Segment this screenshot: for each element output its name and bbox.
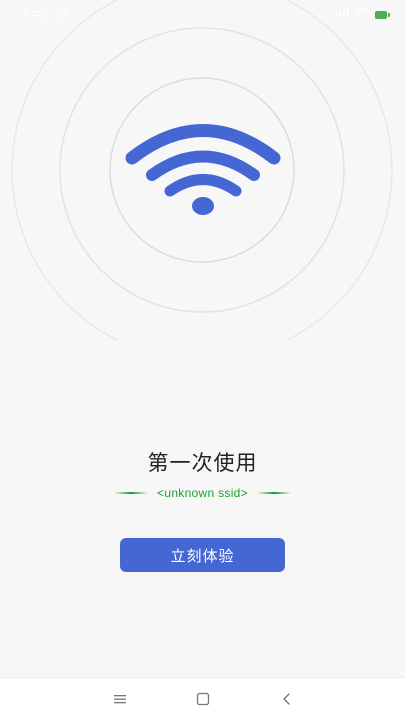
home-icon[interactable] bbox=[194, 690, 212, 708]
menu-icon[interactable] bbox=[111, 690, 129, 708]
back-icon[interactable] bbox=[278, 690, 296, 708]
wifi-icon bbox=[125, 124, 281, 215]
ssid-label: <unknown ssid> bbox=[157, 486, 248, 500]
navigation-bar bbox=[0, 677, 405, 720]
ssid-line-left bbox=[114, 492, 149, 494]
try-now-button[interactable]: 立刻体验 bbox=[120, 538, 285, 572]
ssid-row: <unknown ssid> bbox=[0, 483, 405, 503]
ssid-line-right bbox=[256, 492, 291, 494]
page-title: 第一次使用 bbox=[147, 451, 258, 475]
